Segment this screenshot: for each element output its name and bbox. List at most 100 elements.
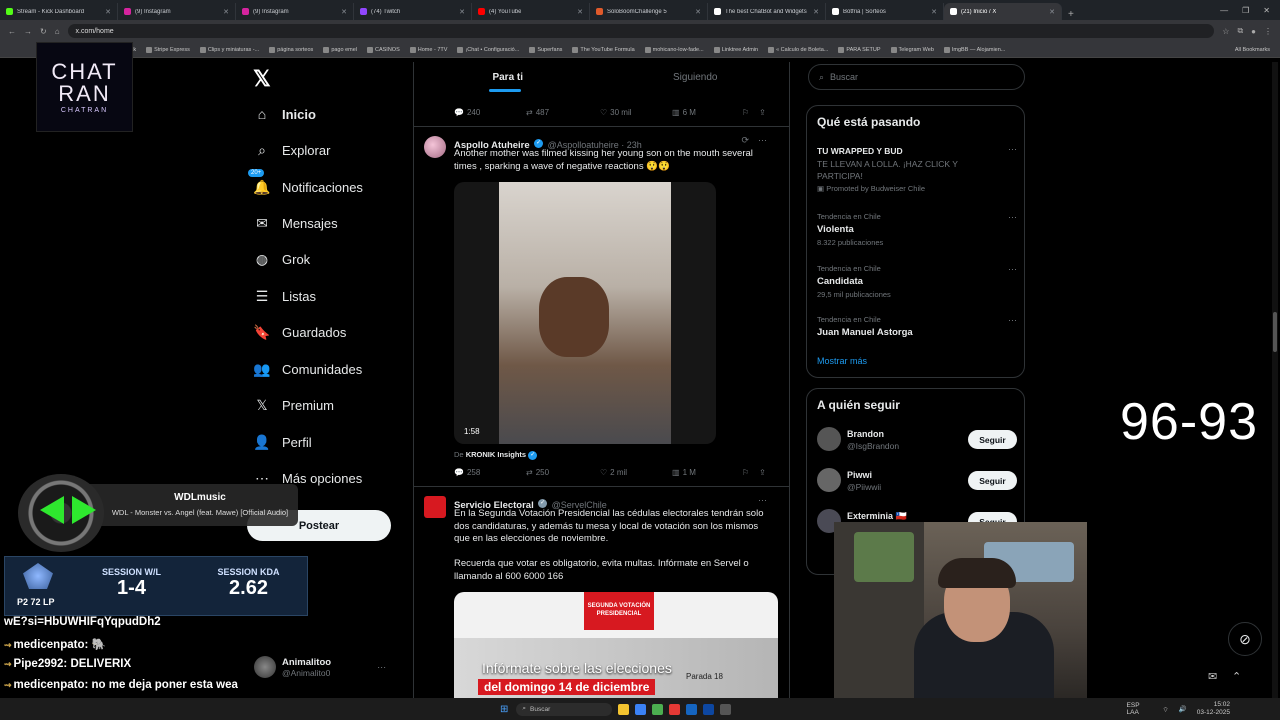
video-player[interactable]: 1:58	[454, 182, 716, 444]
bookmark-item[interactable]: Clips y miniaturas -...	[199, 46, 259, 53]
repost-button[interactable]: ⇄ 487	[526, 108, 600, 117]
nav-item-listas[interactable]: ☰ Listas	[254, 288, 316, 304]
browser-tab[interactable]: Botfria | Sorteos ✕	[826, 3, 944, 20]
bookmark-item[interactable]: The YouTube Formula	[572, 46, 635, 53]
bookmark-item[interactable]: CASINOS	[367, 46, 400, 53]
profile-avatar[interactable]: ●	[1251, 27, 1256, 36]
tab-following[interactable]: Siguiendo	[602, 62, 790, 92]
follow-button[interactable]: Seguir	[968, 430, 1017, 449]
reply-button[interactable]: 💬 258	[454, 468, 526, 477]
expand-drawer-icon[interactable]: ⌃	[1232, 670, 1241, 683]
like-button[interactable]: ♡ 30 mil	[600, 108, 672, 117]
app-icon[interactable]	[720, 703, 732, 715]
media-card[interactable]: SEGUNDA VOTACIÓN PRESIDENCIAL Infórmate …	[454, 592, 778, 698]
tab-close-icon[interactable]: ✕	[577, 8, 583, 16]
bookmark-item[interactable]: mohicano-low-fade...	[644, 46, 704, 53]
scrollbar[interactable]	[1272, 62, 1278, 698]
avatar[interactable]	[424, 136, 446, 158]
more-icon[interactable]: ⋯	[758, 135, 767, 146]
reply-button[interactable]: 💬 240	[454, 108, 526, 117]
views-button[interactable]: ▥ 1 M	[672, 468, 742, 477]
grok-float-icon[interactable]: ⊘	[1228, 622, 1262, 656]
tab-for-you[interactable]: Para ti	[414, 62, 602, 92]
browser-tab[interactable]: The best ChatBot and Widgets ✕	[708, 3, 826, 20]
trend-item[interactable]: Tendencia en Chile Violenta 8.322 publicac…	[817, 212, 1017, 247]
volume-icon[interactable]: 🔊	[1179, 705, 1187, 713]
menu-icon[interactable]: ⋮	[1264, 27, 1272, 36]
bookmark-item[interactable]: Telegram Web	[890, 46, 934, 53]
new-tab-button[interactable]: +	[1062, 9, 1080, 20]
follow-suggestion[interactable]: Brandon @IsgBrandon Seguir	[817, 427, 1017, 453]
close-window-icon[interactable]: ✕	[1263, 6, 1270, 15]
bookmark-item[interactable]: Home - 7TV	[409, 46, 447, 53]
account-switcher[interactable]: Animalitoo @Animalito0 ⋯	[254, 656, 386, 678]
reload-icon[interactable]: ↻	[40, 27, 47, 36]
bookmark-tweet-icon[interactable]: ⚐	[742, 108, 749, 117]
browser-tab[interactable]: (9) Instagram ✕	[236, 3, 354, 20]
bookmark-item[interactable]: « Calculo de Boleta...	[768, 46, 828, 53]
start-icon[interactable]: ⊞	[500, 704, 508, 715]
trend-item[interactable]: Tendencia en Chile Juan Manuel Astorga ⋯	[817, 315, 1017, 341]
bookmark-item[interactable]: PARA SETUP	[838, 46, 881, 53]
nav-item-guardados[interactable]: 🔖 Guardados	[253, 324, 346, 340]
bookmark-item[interactable]: Stripe Express	[146, 46, 190, 53]
nav-item-perfil[interactable]: 👤 Perfil	[253, 434, 311, 450]
nav-item-mensajes[interactable]: ✉ Mensajes	[254, 215, 338, 231]
scrollbar-thumb[interactable]	[1273, 312, 1277, 352]
bookmark-item[interactable]: página sorteos	[269, 46, 313, 53]
url-field[interactable]: x.com/home	[67, 24, 1215, 38]
views-button[interactable]: ▥ 6 M	[672, 108, 742, 117]
bookmark-item[interactable]: Superfans	[529, 46, 562, 53]
more-icon[interactable]: ⋯	[377, 662, 386, 673]
nav-item-comunidades[interactable]: 👥 Comunidades	[253, 361, 362, 377]
browser-tab[interactable]: Stream - Kick Dashboard ✕	[0, 3, 118, 20]
bookmark-item[interactable]: ImgBB — Alojamien...	[943, 46, 1005, 53]
taskbar-search[interactable]: ⌕ Buscar	[516, 702, 613, 716]
follow-suggestion[interactable]: Piwwi @Piiwwii Seguir	[817, 468, 1017, 494]
tab-close-icon[interactable]: ✕	[223, 8, 229, 16]
tab-close-icon[interactable]: ✕	[105, 8, 111, 16]
wifi-icon[interactable]: ⌔	[1163, 705, 1169, 714]
like-button[interactable]: ♡ 2 mil	[600, 468, 672, 477]
photoshop-icon[interactable]	[703, 703, 715, 715]
messages-drawer-icon[interactable]: ✉	[1208, 670, 1217, 683]
extensions-icon[interactable]: ⧉	[1237, 26, 1243, 36]
source-attribution[interactable]: De KRONIK Insights ✓	[454, 450, 538, 460]
back-icon[interactable]: ←	[8, 27, 16, 36]
tweet-servel[interactable]: Servicio Electoral ✓ @ServelChile ⋯ En l…	[414, 486, 789, 698]
bookmark-item[interactable]: ¡Chat • Configuració...	[457, 46, 519, 53]
show-more-link[interactable]: Mostrar más	[817, 356, 867, 366]
repost-button[interactable]: ⇄ 250	[526, 468, 600, 477]
bookmark-item[interactable]: Linktree Admin	[713, 46, 758, 53]
browser-tab[interactable]: (9) Instagram ✕	[118, 3, 236, 20]
more-icon[interactable]: ⋯	[1008, 315, 1017, 326]
x-logo-icon[interactable]: 𝕏	[253, 66, 271, 92]
promoted-trend[interactable]: TU WRAPPED Y BUD TE LLEVAN A LOLLA. ¡HAZ…	[817, 144, 1017, 193]
nav-item-notificaciones[interactable]: 🔔 20+ Notificaciones	[248, 169, 363, 195]
premiere-icon[interactable]	[686, 703, 698, 715]
tweet-aspollo[interactable]: Aspollo Atuheire ✓ @Aspolloatuheire · 23…	[414, 126, 789, 486]
tab-close-icon[interactable]: ✕	[695, 8, 701, 16]
more-icon[interactable]: ⋯	[758, 495, 767, 506]
share-icon[interactable]: ⇪	[759, 468, 766, 477]
file-explorer-icon[interactable]	[618, 703, 630, 715]
clock[interactable]: 15:02 03-12-2025	[1197, 701, 1230, 717]
bookmark-tweet-icon[interactable]: ⚐	[742, 468, 749, 477]
app-icon[interactable]	[669, 703, 681, 715]
more-icon[interactable]: ⋯	[1008, 264, 1017, 275]
nav-item-inicio[interactable]: ⌂ Inicio	[254, 106, 316, 122]
grok-icon[interactable]: ⟳	[741, 135, 749, 146]
more-icon[interactable]: ⋯	[1008, 144, 1017, 155]
browser-tab[interactable]: (21) Inicio / X ✕	[944, 3, 1062, 20]
browser-tab[interactable]: SoloBoomChallenge 5 ✕	[590, 3, 708, 20]
tab-close-icon[interactable]: ✕	[931, 8, 937, 16]
tab-close-icon[interactable]: ✕	[459, 8, 465, 16]
browser-tab[interactable]: (4) YouTube ✕	[472, 3, 590, 20]
avatar[interactable]	[817, 468, 841, 492]
language-indicator[interactable]: ESP LAA	[1127, 702, 1153, 716]
avatar[interactable]	[424, 496, 446, 518]
chrome-icon[interactable]	[652, 703, 664, 715]
app-icon[interactable]	[635, 703, 647, 715]
follow-button[interactable]: Seguir	[968, 471, 1017, 490]
more-icon[interactable]: ⋯	[1008, 212, 1017, 223]
